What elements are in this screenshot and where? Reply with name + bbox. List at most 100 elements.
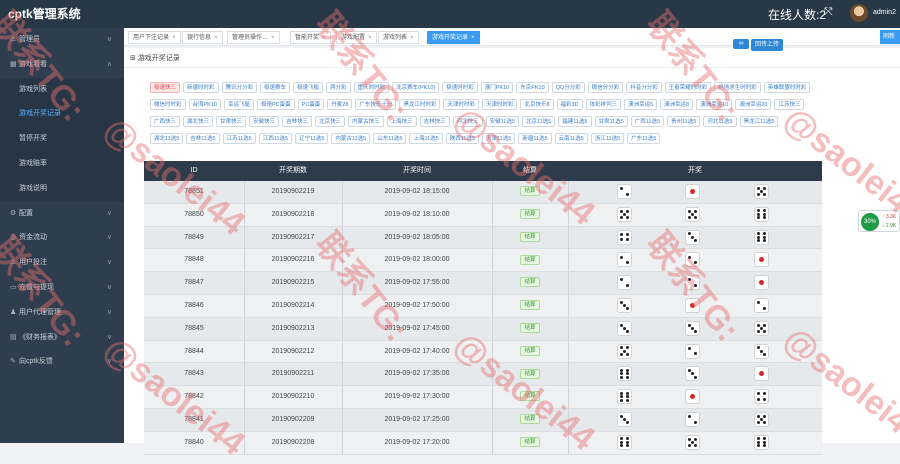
- sidebar-item[interactable]: ♙ 用户投注 ∨: [0, 251, 124, 276]
- game-chip[interactable]: 丹麦28: [327, 99, 353, 110]
- game-chip[interactable]: 极速时时彩: [442, 82, 478, 93]
- game-chip[interactable]: 贵州11选5: [667, 116, 701, 127]
- game-chip[interactable]: 浙江11选5: [590, 133, 625, 144]
- close-icon[interactable]: ×: [214, 35, 218, 41]
- game-chip[interactable]: 黑龙江11选5: [739, 116, 779, 127]
- game-chip[interactable]: QQ分分彩: [551, 82, 585, 93]
- game-chip[interactable]: 澳洲幸运8: [660, 99, 694, 110]
- game-chip[interactable]: 河北11选5: [703, 116, 737, 127]
- game-chip[interactable]: 江苏快三: [774, 99, 805, 110]
- game-chip[interactable]: PC蛋蛋: [297, 99, 325, 110]
- game-chip[interactable]: 澳洲幸运5: [624, 99, 658, 110]
- game-chip[interactable]: 广东快乐十分: [355, 99, 397, 110]
- game-chip[interactable]: 山东11选5: [373, 133, 407, 144]
- tab[interactable]: 管理员操作… ×: [227, 31, 280, 44]
- game-chip[interactable]: 云南11选5: [554, 133, 588, 144]
- game-chip[interactable]: 福彩3D: [556, 99, 583, 110]
- sidebar-item[interactable]: 暂停开奖: [0, 127, 124, 152]
- game-chip[interactable]: 吉林快三: [419, 116, 450, 127]
- sidebar-item[interactable]: ♟ 用户代理管理 ∨: [0, 301, 124, 326]
- sidebar-item[interactable]: 游戏开奖记录: [0, 102, 124, 128]
- game-chip[interactable]: 北京快乐8: [520, 99, 554, 110]
- sidebar-item[interactable]: ◎ 资金流动 ∨: [0, 226, 124, 251]
- user-name[interactable]: admin2: [873, 9, 896, 16]
- game-chip[interactable]: 澳洲幸运10: [696, 99, 733, 110]
- game-chip[interactable]: 甘肃快三: [216, 116, 247, 127]
- sidebar-item[interactable]: ▭ 充值与提现 ∨: [0, 276, 124, 301]
- avatar[interactable]: [850, 4, 868, 22]
- game-chip[interactable]: 江苏11选5: [222, 133, 256, 144]
- game-chip[interactable]: 上海快三: [386, 116, 417, 127]
- game-chip[interactable]: 微信时时彩: [150, 99, 186, 110]
- game-chip[interactable]: 幸运飞艇: [223, 99, 254, 110]
- sidebar-item[interactable]: ▤ 《财务报表》 ∨: [0, 326, 124, 351]
- network-speed-widget[interactable]: 30% ↑ 3.3K ↓ 2.9K: [858, 210, 900, 232]
- refresh-button[interactable]: 刷新: [880, 30, 900, 44]
- game-chip[interactable]: 内蒙古快三: [348, 116, 384, 127]
- fullscreen-icon[interactable]: ⤧: [824, 6, 833, 19]
- game-chip[interactable]: 广东11选5: [627, 133, 661, 144]
- game-chip[interactable]: 江西11选5: [258, 133, 293, 144]
- game-chip[interactable]: 北京11选5: [521, 116, 556, 127]
- sidebar-item[interactable]: ▦ 游戏看看 ∧: [0, 53, 124, 78]
- tab[interactable]: 游戏开奖记录 ×: [427, 31, 480, 44]
- game-chip[interactable]: 内蒙古11选5: [331, 133, 371, 144]
- game-chip[interactable]: 广西11选5: [630, 116, 665, 127]
- game-chip[interactable]: 陕西11选5: [445, 133, 480, 144]
- game-chip[interactable]: 两分彩: [326, 82, 351, 93]
- game-chip[interactable]: 极速PC蛋蛋: [257, 99, 295, 110]
- game-chip[interactable]: 极速赛车: [260, 82, 291, 93]
- game-chip[interactable]: 吉林快三: [282, 116, 313, 127]
- game-chip[interactable]: 北京赛车(PK10): [392, 82, 440, 93]
- close-icon[interactable]: ×: [368, 35, 372, 41]
- cloud-icon[interactable]: ∞: [733, 39, 749, 49]
- game-chip[interactable]: 河北快三: [452, 116, 483, 127]
- sidebar-item[interactable]: 游戏赔率: [0, 151, 124, 177]
- tab[interactable]: 银行信息 ×: [182, 31, 223, 44]
- game-chip[interactable]: 绝地求生时时彩: [714, 82, 761, 93]
- game-chip[interactable]: 辽宁11选5: [295, 133, 329, 144]
- close-icon[interactable]: ×: [172, 35, 176, 41]
- game-chip[interactable]: 极速快三: [150, 82, 181, 93]
- game-chip[interactable]: 澳门PK10: [480, 82, 514, 93]
- tab[interactable]: 暂能开奖 ×: [290, 31, 331, 44]
- game-chip[interactable]: 黑龙江时时彩: [399, 99, 441, 110]
- game-chip[interactable]: 澳洲幸运20: [735, 99, 772, 110]
- game-chip[interactable]: 天津时时彩: [443, 99, 479, 110]
- tab[interactable]: 用户下注记录 ×: [128, 31, 181, 44]
- close-icon[interactable]: ×: [271, 35, 275, 41]
- game-chip[interactable]: 东京PK10: [516, 82, 549, 93]
- game-chip[interactable]: 王者荣耀时时彩: [664, 82, 712, 93]
- game-chip[interactable]: 吉林11选5: [186, 133, 220, 144]
- sidebar-item[interactable]: ⚙ 配置 ∨: [0, 202, 124, 227]
- game-chip[interactable]: 安徽11选5: [485, 116, 519, 127]
- game-chip[interactable]: 天津时时彩: [481, 99, 518, 110]
- game-chip[interactable]: 英雄联盟时时彩: [763, 82, 811, 93]
- game-chip[interactable]: 新疆时时彩: [183, 82, 219, 93]
- game-chip[interactable]: 北京快三: [315, 116, 346, 127]
- game-chip[interactable]: 体彩排列三: [585, 99, 622, 110]
- game-chip[interactable]: 极速飞艇: [293, 82, 324, 93]
- sidebar-item[interactable]: 游戏说明: [0, 176, 124, 202]
- game-chip[interactable]: 腾讯分分彩: [221, 82, 258, 93]
- game-chip[interactable]: 福建11选5: [558, 116, 592, 127]
- sidebar-item[interactable]: ✎ 向cptk反馈 ∨: [0, 350, 124, 375]
- sidebar-item[interactable]: ♙ 管理员 ∨: [0, 28, 124, 53]
- close-icon[interactable]: ×: [471, 35, 475, 41]
- game-chip[interactable]: 抖音分分彩: [626, 82, 662, 93]
- sidebar-item[interactable]: 游戏列表: [0, 77, 124, 103]
- game-chip[interactable]: 上海11选5: [409, 133, 443, 144]
- tab[interactable]: 游戏列表 ×: [378, 31, 419, 44]
- game-chip[interactable]: 台湾PK10: [188, 99, 221, 110]
- game-chip[interactable]: 微信分分彩: [587, 82, 624, 93]
- game-chip[interactable]: 安徽快三: [249, 116, 280, 127]
- game-chip[interactable]: 广西快三: [150, 116, 181, 127]
- game-chip[interactable]: 天津11选5: [482, 133, 516, 144]
- upload-button[interactable]: 回传上传: [751, 39, 784, 51]
- game-chip[interactable]: 新疆11选5: [518, 133, 552, 144]
- close-icon[interactable]: ×: [322, 35, 326, 41]
- game-chip[interactable]: 湖北11选5: [150, 133, 184, 144]
- close-icon[interactable]: ×: [410, 35, 414, 41]
- tab[interactable]: 游戏配置 ×: [336, 31, 377, 44]
- game-chip[interactable]: 甘肃11选5: [594, 116, 628, 127]
